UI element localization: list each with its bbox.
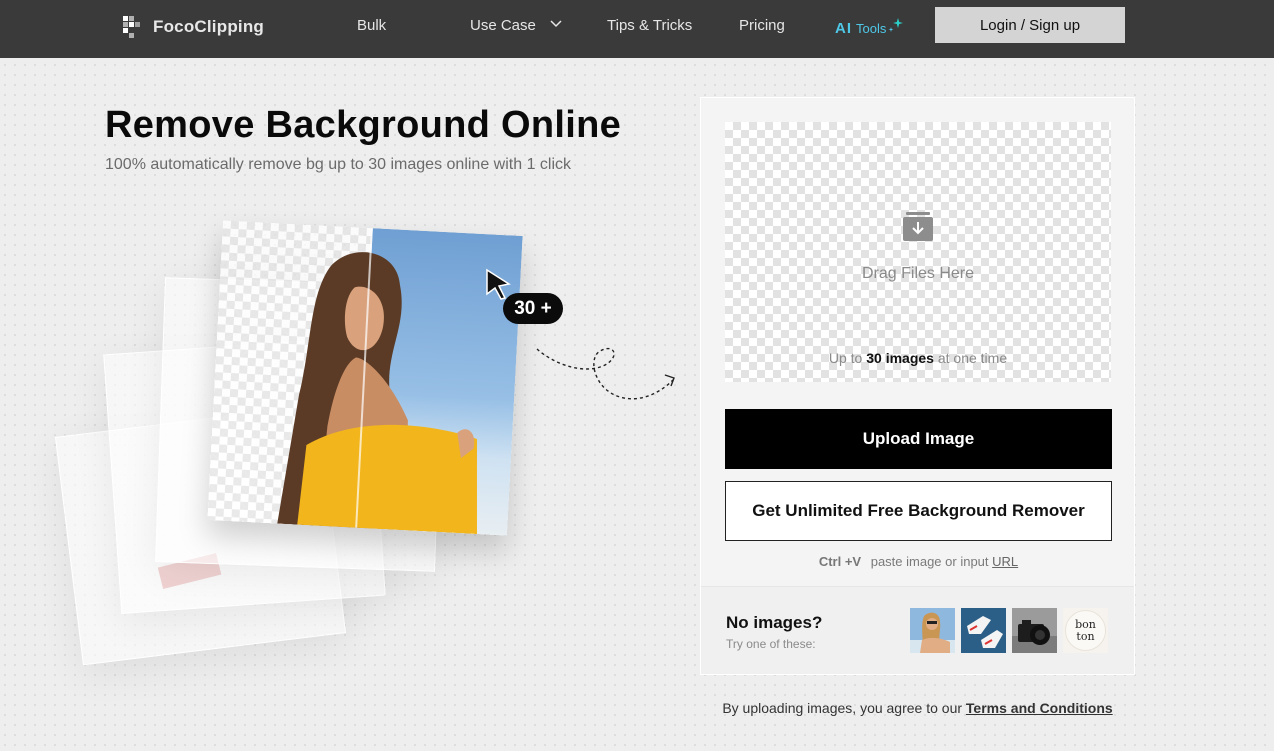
woman-figure	[277, 252, 477, 535]
chevron-down-icon	[550, 20, 562, 28]
sample-woman-thumbnail[interactable]	[910, 608, 955, 653]
upload-limit-text: Up to 30 images at one time	[725, 350, 1111, 366]
sparkle-icon	[888, 18, 904, 32]
limit-count: 30 images	[866, 350, 934, 366]
login-signup-button[interactable]: Login / Sign up	[935, 7, 1125, 43]
no-images-title: No images?	[726, 613, 823, 632]
dotted-arrow-icon	[536, 347, 675, 400]
upload-image-button[interactable]: Upload Image	[725, 409, 1112, 469]
nav-use-case[interactable]: Use Case	[470, 16, 562, 36]
nav-pricing[interactable]: Pricing	[739, 16, 785, 36]
try-these-hint: Try one of these:	[726, 637, 816, 651]
url-link[interactable]: URL	[992, 554, 1018, 569]
sample-images-panel: No images? Try one of these: bon ton	[701, 586, 1134, 674]
drop-zone[interactable]: Drag Files Here Up to 30 images at one t…	[725, 122, 1111, 382]
logo[interactable]: FocoClipping	[123, 15, 264, 39]
upload-card: Drag Files Here Up to 30 images at one t…	[700, 97, 1135, 675]
tools-label: Tools	[856, 20, 887, 36]
nav-tips-tricks[interactable]: Tips & Tricks	[607, 16, 692, 36]
logo-mark-icon	[123, 16, 141, 38]
ai-label: AI	[835, 19, 852, 37]
sample-camera-thumbnail[interactable]	[1012, 608, 1057, 653]
limit-prefix: Up to	[828, 350, 863, 366]
drag-files-text: Drag Files Here	[861, 265, 975, 282]
top-navigation-bar: FocoClipping Bulk Use Case Tips & Tricks…	[0, 0, 1274, 58]
page-title: Remove Background Online	[105, 104, 622, 146]
terms-notice: By uploading images, you agree to our Te…	[700, 700, 1135, 716]
paste-shortcut: Ctrl +V	[818, 554, 862, 569]
paste-hint-text: paste image or input	[870, 554, 989, 569]
image-count-badge: 30 +	[503, 293, 563, 324]
limit-suffix: at one time	[937, 350, 1008, 366]
paste-hint: Ctrl +V paste image or input URL	[701, 554, 1136, 569]
terms-prefix: By uploading images, you agree to our	[722, 700, 963, 716]
before-after-photo	[207, 220, 523, 536]
sample-sneakers-thumbnail[interactable]	[961, 608, 1006, 653]
nav-use-case-label: Use Case	[470, 17, 536, 34]
nav-ai-tools[interactable]: AI Tools	[835, 17, 904, 39]
download-tray-icon	[903, 212, 933, 241]
logo-text: FocoClipping	[153, 17, 264, 36]
sample-bonton-logo-thumbnail[interactable]: bon ton	[1063, 608, 1108, 653]
page-subtitle: 100% automatically remove bg up to 30 im…	[105, 156, 572, 173]
svg-text:ton: ton	[1076, 630, 1094, 643]
hero-illustration: 30 +	[54, 220, 700, 690]
unlimited-remover-button[interactable]: Get Unlimited Free Background Remover	[725, 481, 1112, 541]
nav-bulk[interactable]: Bulk	[357, 16, 386, 36]
terms-link[interactable]: Terms and Conditions	[966, 700, 1113, 716]
